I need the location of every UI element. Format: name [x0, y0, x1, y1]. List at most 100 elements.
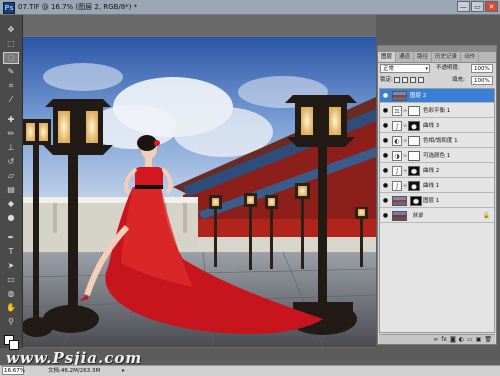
shape-tool-icon[interactable]: ▭	[4, 275, 18, 285]
layer-row[interactable]: ● 图层 1	[380, 194, 494, 208]
type-tool-icon[interactable]: T	[4, 247, 18, 257]
lock-image-icon[interactable]	[402, 77, 408, 83]
fill-label: 填充:	[452, 77, 465, 83]
3d-rotate-tool-icon[interactable]: ◍	[4, 289, 18, 299]
curves-icon: ∫	[392, 181, 402, 191]
delete-layer-icon[interactable]: 🗑	[484, 335, 492, 344]
close-button[interactable]: ✕	[485, 1, 498, 12]
layers-panel: 图层 通道 路径 历史记录 动作 正常 ▾ 不透明度: 100% 锁定: 填充:…	[377, 45, 497, 345]
zoom-tool-icon[interactable]: ⚲	[4, 317, 18, 327]
eye-icon[interactable]: ●	[381, 197, 390, 205]
layer-row[interactable]: ● ∫ ∞ 曲线 3	[380, 119, 494, 133]
add-mask-icon[interactable]: ◙	[450, 335, 456, 344]
lock-all-icon[interactable]	[418, 77, 424, 83]
layer-row[interactable]: ● ◑ ∞ 可选颜色 1	[380, 149, 494, 163]
layer-mask-thumbnail[interactable]	[408, 181, 420, 191]
layer-row[interactable]: ● ⚖ ∞ 色彩平衡 1	[380, 104, 494, 118]
hand-tool-icon[interactable]: ✋	[4, 303, 18, 313]
lasso-tool-icon[interactable]: ◌	[3, 52, 19, 64]
eye-icon[interactable]: ●	[381, 167, 390, 175]
photo-image	[23, 37, 376, 347]
document-canvas-area	[23, 15, 376, 348]
lock-position-icon[interactable]	[410, 77, 416, 83]
tab-layers[interactable]: 图层	[378, 52, 397, 62]
panel-tabs: 图层 通道 路径 历史记录 动作	[378, 52, 496, 63]
layer-name: 图层 1	[423, 198, 440, 204]
history-brush-tool-icon[interactable]: ↺	[4, 157, 18, 167]
clone-stamp-tool-icon[interactable]: ⊥	[4, 143, 18, 153]
window-title: 07.TIF @ 16.7% (图层 2, RGB/8*) *	[18, 3, 138, 11]
layer-name: 图层 2	[410, 93, 427, 99]
layer-thumbnail	[392, 211, 407, 221]
eye-icon[interactable]: ●	[381, 92, 390, 100]
layer-mask-thumbnail[interactable]	[408, 121, 420, 131]
quick-select-tool-icon[interactable]: ✎	[4, 67, 18, 77]
hue-saturation-icon: ◐	[392, 136, 402, 146]
brush-tool-icon[interactable]: ✏	[4, 129, 18, 139]
link-icon: ∞	[403, 183, 408, 189]
gradient-tool-icon[interactable]: ▤	[4, 185, 18, 195]
document-canvas[interactable]	[23, 37, 376, 347]
move-tool-icon[interactable]: ✥	[4, 25, 18, 35]
dodge-tool-icon[interactable]: ●	[4, 213, 18, 223]
curves-icon: ∫	[392, 166, 402, 176]
layers-panel-footer: ∞ fx ◙ ◐ ▭ ▣ 🗑	[379, 334, 495, 344]
layers-list: ● 图层 2 ● ⚖ ∞ 色彩平衡 1 ● ∫ ∞ 曲线 3 ● ◐ ∞ 色相/…	[379, 88, 495, 333]
status-bar: 16.67% 文档:46.2M/263.3M ▸	[0, 365, 500, 376]
window-title-bar: Ps 07.TIF @ 16.7% (图层 2, RGB/8*) * — ▭ ✕	[0, 0, 500, 15]
minimize-button[interactable]: —	[457, 1, 470, 12]
tab-history[interactable]: 历史记录	[432, 52, 462, 62]
tab-channels[interactable]: 通道	[396, 52, 415, 62]
adjustment-layer-icon[interactable]: ◐	[459, 335, 464, 344]
layer-row[interactable]: ● ∫ ∞ 曲线 1	[380, 179, 494, 193]
opacity-field[interactable]: 100%	[471, 64, 493, 73]
layer-mask-thumbnail[interactable]	[408, 166, 420, 176]
eye-icon[interactable]: ●	[381, 107, 390, 115]
eye-icon[interactable]: ●	[381, 152, 390, 160]
new-group-icon[interactable]: ▭	[467, 335, 473, 344]
photoshop-app-icon: Ps	[3, 2, 15, 14]
tab-paths[interactable]: 路径	[414, 52, 433, 62]
lock-transparent-icon[interactable]	[394, 77, 400, 83]
layer-row[interactable]: ● ∫ ∞ 曲线 2	[380, 164, 494, 178]
tools-panel: ✥ ⬚ ◌ ✎ ⌗ ⁄ ✚ ✏ ⊥ ↺ ▱ ▤ ◆ ● ✒ T ➤ ▭ ◍ ✋ …	[0, 15, 23, 350]
eyedropper-tool-icon[interactable]: ⁄	[4, 95, 18, 105]
layer-name: 曲线 2	[423, 168, 440, 174]
layer-mask-thumbnail[interactable]	[408, 151, 420, 161]
opacity-label: 不透明度:	[436, 65, 460, 71]
selective-color-icon: ◑	[392, 151, 402, 161]
link-icon: ∞	[403, 108, 408, 114]
layer-name: 可选颜色 1	[423, 153, 451, 159]
fill-field[interactable]: 100%	[471, 76, 493, 85]
chevron-down-icon: ▾	[425, 66, 428, 72]
curves-icon: ∫	[392, 121, 402, 131]
pen-tool-icon[interactable]: ✒	[4, 233, 18, 243]
layer-mask-thumbnail[interactable]	[410, 196, 422, 206]
lock-label: 锁定:	[380, 77, 393, 83]
lock-icon: 🔒	[482, 212, 490, 219]
layer-name: 曲线 1	[423, 183, 440, 189]
zoom-field[interactable]: 16.67%	[2, 366, 25, 375]
eye-icon[interactable]: ●	[381, 122, 390, 130]
layer-row[interactable]: ● 背景 🔒	[380, 209, 494, 223]
path-select-tool-icon[interactable]: ➤	[4, 261, 18, 271]
eye-icon[interactable]: ●	[381, 182, 390, 190]
marquee-tool-icon[interactable]: ⬚	[4, 39, 18, 49]
eye-icon[interactable]: ●	[381, 137, 390, 145]
blend-mode-select[interactable]: 正常 ▾	[380, 64, 430, 73]
new-layer-icon[interactable]: ▣	[476, 335, 482, 344]
layer-mask-thumbnail[interactable]	[408, 106, 420, 116]
crop-tool-icon[interactable]: ⌗	[4, 81, 18, 91]
eye-icon[interactable]: ●	[381, 212, 390, 220]
tab-actions[interactable]: 动作	[461, 52, 480, 62]
layer-row[interactable]: ● ◐ ∞ 色相/饱和度 1	[380, 134, 494, 148]
eraser-tool-icon[interactable]: ▱	[4, 171, 18, 181]
restore-button[interactable]: ▭	[471, 1, 484, 12]
link-layers-icon[interactable]: ∞	[433, 335, 438, 344]
layer-style-icon[interactable]: fx	[441, 335, 447, 344]
layer-row[interactable]: ● 图层 2	[380, 89, 494, 103]
blur-tool-icon[interactable]: ◆	[4, 199, 18, 209]
healing-brush-tool-icon[interactable]: ✚	[4, 115, 18, 125]
layer-name: 色相/饱和度 1	[423, 138, 458, 144]
layer-mask-thumbnail[interactable]	[408, 136, 420, 146]
